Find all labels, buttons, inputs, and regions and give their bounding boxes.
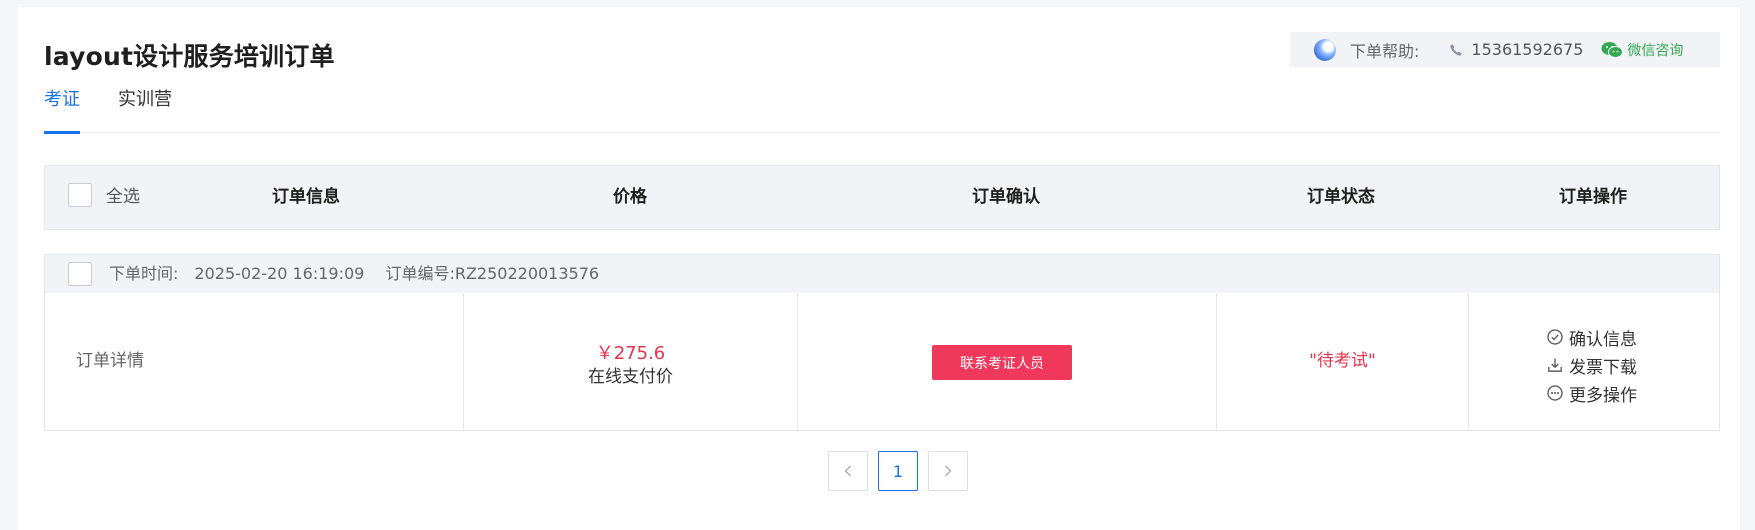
- help-logo-icon: [1314, 38, 1336, 61]
- order-price: ￥275.6: [595, 343, 666, 364]
- select-all-label: 全选: [106, 187, 140, 207]
- orders-card: layout设计服务培训订单 下单帮助: 15361592675 微信咨询 考证…: [18, 7, 1740, 530]
- confirm-info-action[interactable]: 确认信息: [1547, 323, 1637, 351]
- order-row: 订单详情 ￥275.6 在线支付价 联系考证人员 "待考试" 确认信息 发票下载…: [44, 293, 1720, 431]
- tab-certification[interactable]: 考证: [44, 79, 80, 134]
- order-meta: 下单时间: 2025-02-20 16:19:09 订单编号:RZ25022001…: [109, 255, 615, 293]
- tab-training-camp[interactable]: 实训营: [118, 79, 172, 133]
- select-all-checkbox[interactable]: [68, 183, 92, 207]
- more-actions-label: 更多操作: [1569, 385, 1637, 406]
- invoice-download-label: 发票下载: [1569, 357, 1637, 378]
- header-price: 价格: [613, 187, 647, 207]
- order-time: 2025-02-20 16:19:09: [194, 264, 365, 283]
- page-button-current[interactable]: 1: [878, 451, 918, 491]
- order-status-cell: "待考试": [1217, 293, 1469, 430]
- prev-page-button[interactable]: [828, 451, 868, 491]
- header-order-actions: 订单操作: [1559, 187, 1627, 207]
- help-label: 下单帮助:: [1350, 41, 1420, 61]
- order-number: RZ250220013576: [454, 264, 600, 283]
- order-number-label: 订单编号:: [385, 264, 455, 283]
- order-status: "待考试": [1309, 351, 1376, 371]
- confirm-info-label: 确认信息: [1569, 329, 1637, 350]
- order-price-cell: ￥275.6 在线支付价: [464, 293, 798, 430]
- wechat-icon[interactable]: [1601, 41, 1624, 59]
- order-detail-link[interactable]: 订单详情: [76, 293, 144, 430]
- chevron-right-icon: [945, 465, 952, 477]
- pagination: 1: [828, 451, 978, 491]
- invoice-download-action[interactable]: 发票下载: [1547, 351, 1637, 379]
- phone-icon: [1450, 43, 1463, 56]
- order-checkbox[interactable]: [68, 262, 92, 286]
- header-order-info: 订单信息: [272, 187, 340, 207]
- order-row-header: 下单时间: 2025-02-20 16:19:09 订单编号:RZ25022001…: [44, 254, 1720, 294]
- header-order-status: 订单状态: [1307, 187, 1375, 207]
- chevron-left-icon: [844, 465, 851, 477]
- order-price-note: 在线支付价: [588, 367, 673, 387]
- help-phone-number[interactable]: 15361592675: [1471, 40, 1583, 59]
- order-time-label: 下单时间:: [109, 264, 179, 283]
- download-icon: [1548, 358, 1562, 372]
- wechat-consult-link[interactable]: 微信咨询: [1627, 40, 1683, 60]
- check-circle-icon: [1547, 329, 1563, 345]
- more-circle-icon: [1547, 385, 1563, 401]
- more-actions-action[interactable]: 更多操作: [1547, 379, 1637, 407]
- header-order-confirm: 订单确认: [972, 187, 1040, 207]
- order-actions-cell: 确认信息 发票下载 更多操作: [1469, 293, 1721, 430]
- order-type-tabs: 考证 实训营: [44, 79, 1720, 134]
- page-title: layout设计服务培训订单: [44, 42, 335, 71]
- next-page-button[interactable]: [928, 451, 968, 491]
- order-confirm-cell: 联系考证人员: [798, 293, 1217, 430]
- table-header: 全选 订单信息 价格 订单确认 订单状态 订单操作: [44, 165, 1720, 230]
- order-info-cell: 订单详情: [45, 293, 464, 430]
- contact-examiner-button[interactable]: 联系考证人员: [932, 345, 1072, 380]
- order-help-box: 下单帮助: 15361592675 微信咨询: [1290, 32, 1720, 67]
